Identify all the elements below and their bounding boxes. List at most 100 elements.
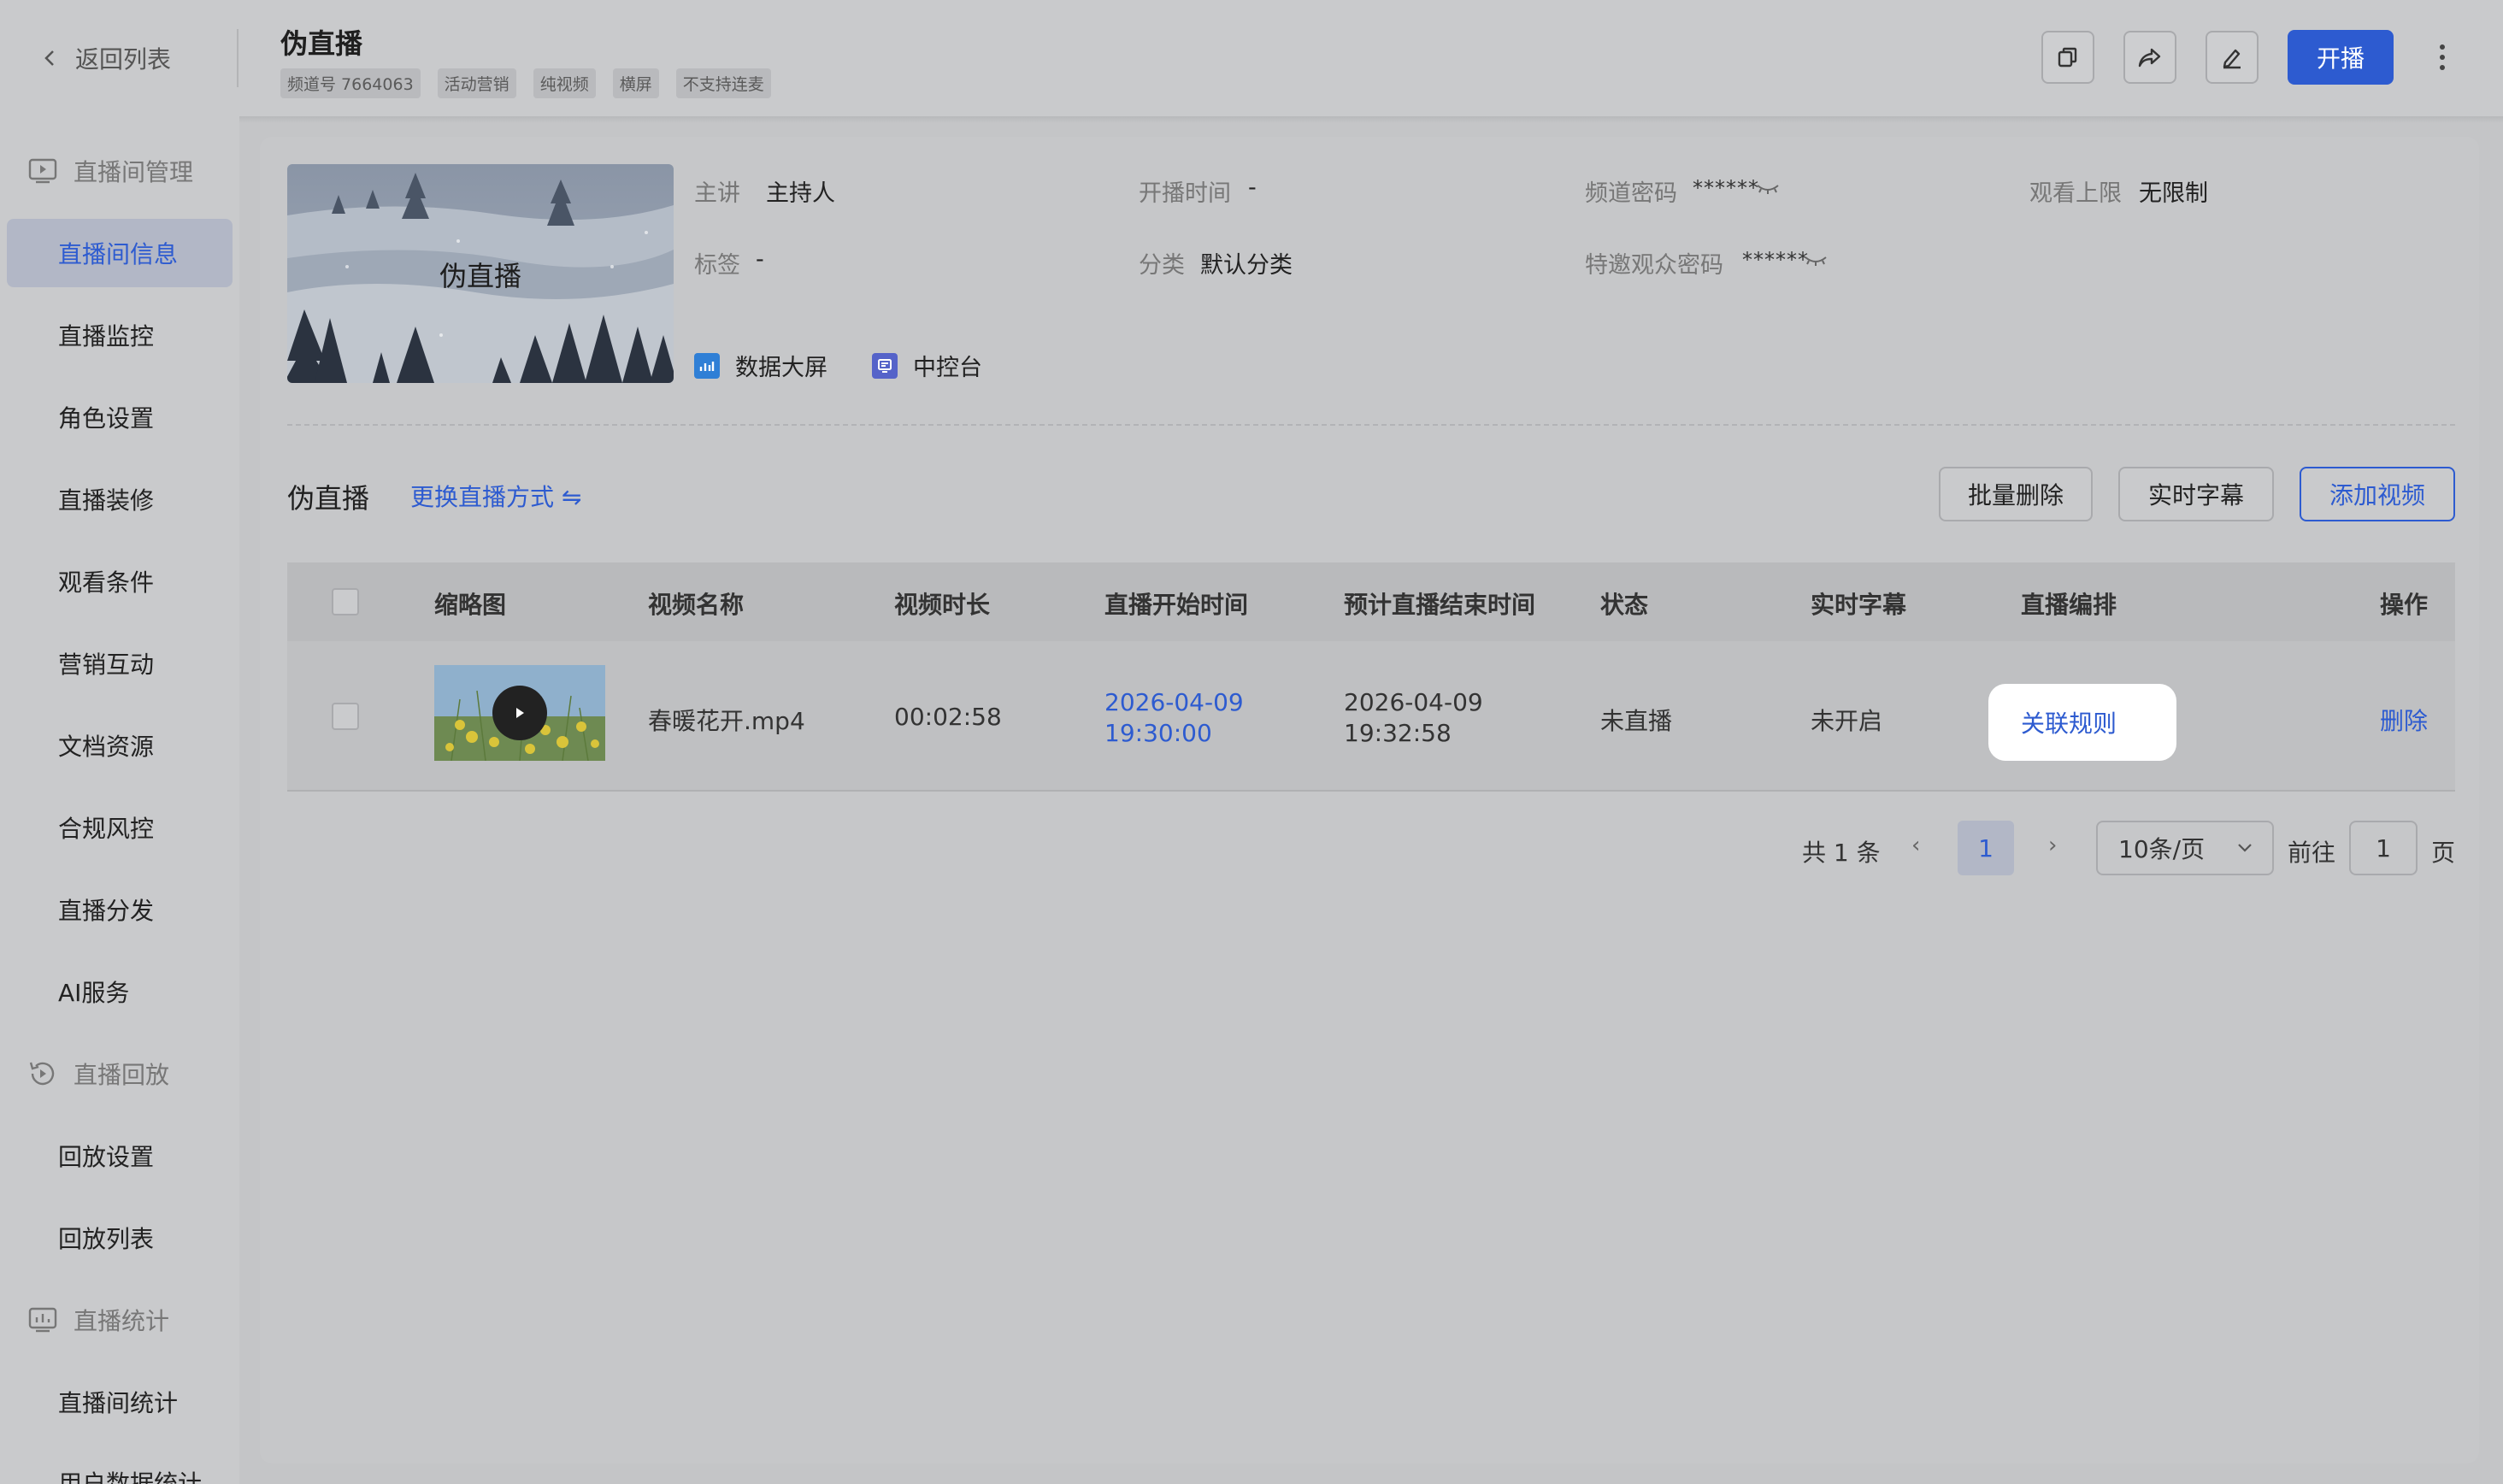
sidebar-item-user-stats[interactable]: 用户数据统计 — [7, 1450, 233, 1484]
column-header-duration: 视频时长 — [894, 591, 991, 619]
tag-scene: 活动营销 — [437, 68, 516, 98]
tag-channel-id: 频道号 7664063 — [280, 68, 421, 98]
console-link[interactable]: 中控台 — [872, 349, 982, 382]
start-clock: 19:30:00 — [1104, 719, 1212, 747]
goto-label: 前往 — [2288, 839, 2336, 867]
tag-linkmic: 不支持连麦 — [675, 68, 771, 98]
edit-icon — [2220, 45, 2244, 69]
sidebar-item-replay-settings[interactable]: 回放设置 — [7, 1122, 233, 1190]
tag-orientation: 横屏 — [612, 68, 659, 98]
page-title: 伪直播 — [280, 27, 363, 60]
column-header-start-time: 直播开始时间 — [1104, 591, 1249, 619]
sidebar-item-ai-service[interactable]: AI服务 — [7, 957, 233, 1026]
tag-type: 纯视频 — [533, 68, 596, 98]
start-live-button[interactable]: 开播 — [2288, 30, 2394, 85]
speaker-label: 主讲 — [694, 180, 740, 207]
cover-title: 伪直播 — [439, 260, 521, 292]
chart-icon — [694, 352, 720, 379]
end-time: 2026-04-09 19:32:58 — [1344, 687, 1483, 749]
sidebar-item-decoration[interactable]: 直播装修 — [7, 465, 233, 533]
pagination-total: 共 1 条 — [1802, 839, 1881, 867]
eye-closed-icon[interactable] — [1804, 255, 1828, 267]
sidebar-group-live-room: 直播间管理 — [27, 145, 193, 197]
info-divider — [287, 424, 2455, 426]
back-to-list-button[interactable]: 返回列表 — [43, 34, 171, 82]
guest-password-label: 特邀观众密码 — [1585, 252, 1723, 279]
batch-delete-button[interactable]: 批量删除 — [1939, 467, 2093, 521]
data-dashboard-label: 数据大屏 — [735, 355, 827, 381]
column-header-thumbnail: 缩略图 — [434, 591, 507, 619]
page-unit-label: 页 — [2431, 839, 2456, 867]
speaker-value: 主持人 — [766, 180, 835, 207]
sidebar-item-watch-conditions[interactable]: 观看条件 — [7, 547, 233, 615]
start-time-value: - — [1248, 174, 1257, 201]
more-vertical-icon[interactable] — [2428, 31, 2457, 84]
replay-icon — [27, 1059, 58, 1088]
watch-limit-label: 观看上限 — [2029, 180, 2122, 207]
end-clock: 19:32:58 — [1344, 719, 1452, 747]
column-header-status: 状态 — [1600, 591, 1649, 619]
channel-password-value: ****** — [1693, 176, 1759, 200]
section-title: 伪直播 — [287, 482, 370, 515]
eye-closed-icon[interactable] — [1756, 183, 1780, 195]
sidebar-group-label: 直播统计 — [74, 1307, 170, 1335]
sidebar-group-label: 直播回放 — [74, 1061, 170, 1089]
chevron-left-icon — [43, 48, 56, 68]
page-1-button[interactable]: 1 — [1958, 821, 2014, 875]
copy-button[interactable] — [2041, 31, 2094, 84]
sidebar-item-compliance[interactable]: 合规风控 — [7, 793, 233, 862]
channel-password-label: 频道密码 — [1585, 180, 1677, 207]
sidebar-item-monitor[interactable]: 直播监控 — [7, 301, 233, 369]
console-label: 中控台 — [913, 355, 982, 381]
cover-image[interactable]: 伪直播 — [287, 164, 674, 383]
next-page-button[interactable]: › — [2048, 833, 2057, 858]
video-name: 春暖花开.mp4 — [648, 707, 805, 735]
guest-password-value: ****** — [1742, 248, 1809, 272]
header-shadow — [0, 116, 2503, 123]
add-video-button[interactable]: 添加视频 — [2300, 467, 2455, 521]
live-room-icon — [27, 156, 58, 186]
delete-link[interactable]: 删除 — [2380, 703, 2428, 737]
play-button[interactable] — [492, 686, 547, 740]
chevron-down-icon — [2236, 841, 2253, 853]
sidebar-item-replay-list[interactable]: 回放列表 — [7, 1204, 233, 1272]
tag-label: 标签 — [694, 252, 740, 279]
sidebar-item-room-info[interactable]: 直播间信息 — [7, 219, 233, 287]
header-divider — [237, 29, 239, 87]
stats-icon — [27, 1305, 58, 1334]
switch-live-mode-link[interactable]: 更换直播方式 ⇋ — [410, 479, 581, 513]
console-icon — [872, 352, 898, 379]
prev-page-button[interactable]: ‹ — [1911, 833, 1920, 858]
link-rule-button[interactable]: 关联规则 — [1988, 684, 2176, 761]
sidebar-item-roles[interactable]: 角色设置 — [7, 383, 233, 451]
sidebar-item-marketing[interactable]: 营销互动 — [7, 629, 233, 698]
sidebar-item-distribution[interactable]: 直播分发 — [7, 875, 233, 944]
sidebar-item-documents[interactable]: 文档资源 — [7, 711, 233, 780]
edit-button[interactable] — [2206, 31, 2259, 84]
video-thumbnail[interactable] — [434, 665, 605, 761]
realtime-subtitle-button[interactable]: 实时字幕 — [2118, 467, 2274, 521]
select-all-checkbox[interactable] — [332, 588, 359, 615]
page-size-select[interactable]: 10条/页 — [2096, 821, 2274, 875]
video-duration: 00:02:58 — [894, 703, 1002, 731]
subtitle-status: 未开启 — [1811, 707, 1883, 735]
back-label: 返回列表 — [75, 45, 172, 74]
start-time-link[interactable]: 2026-04-09 19:30:00 — [1104, 687, 1244, 749]
category-value: 默认分类 — [1200, 252, 1293, 279]
column-header-subtitle: 实时字幕 — [1811, 591, 1907, 619]
row-checkbox[interactable] — [332, 703, 359, 730]
watch-limit-value: 无限制 — [2139, 180, 2208, 207]
share-icon — [2137, 45, 2163, 69]
sidebar-item-room-stats[interactable]: 直播间统计 — [7, 1368, 233, 1436]
end-date: 2026-04-09 — [1344, 688, 1483, 716]
goto-page-input[interactable] — [2349, 821, 2418, 875]
data-dashboard-link[interactable]: 数据大屏 — [694, 349, 827, 382]
start-time-label: 开播时间 — [1139, 180, 1231, 207]
column-header-actions: 操作 — [2380, 591, 2429, 619]
column-header-video-name: 视频名称 — [648, 591, 745, 619]
start-date: 2026-04-09 — [1104, 688, 1244, 716]
status-value: 未直播 — [1600, 707, 1673, 735]
share-button[interactable] — [2123, 31, 2176, 84]
play-icon — [513, 705, 527, 721]
copy-icon — [2056, 45, 2080, 69]
